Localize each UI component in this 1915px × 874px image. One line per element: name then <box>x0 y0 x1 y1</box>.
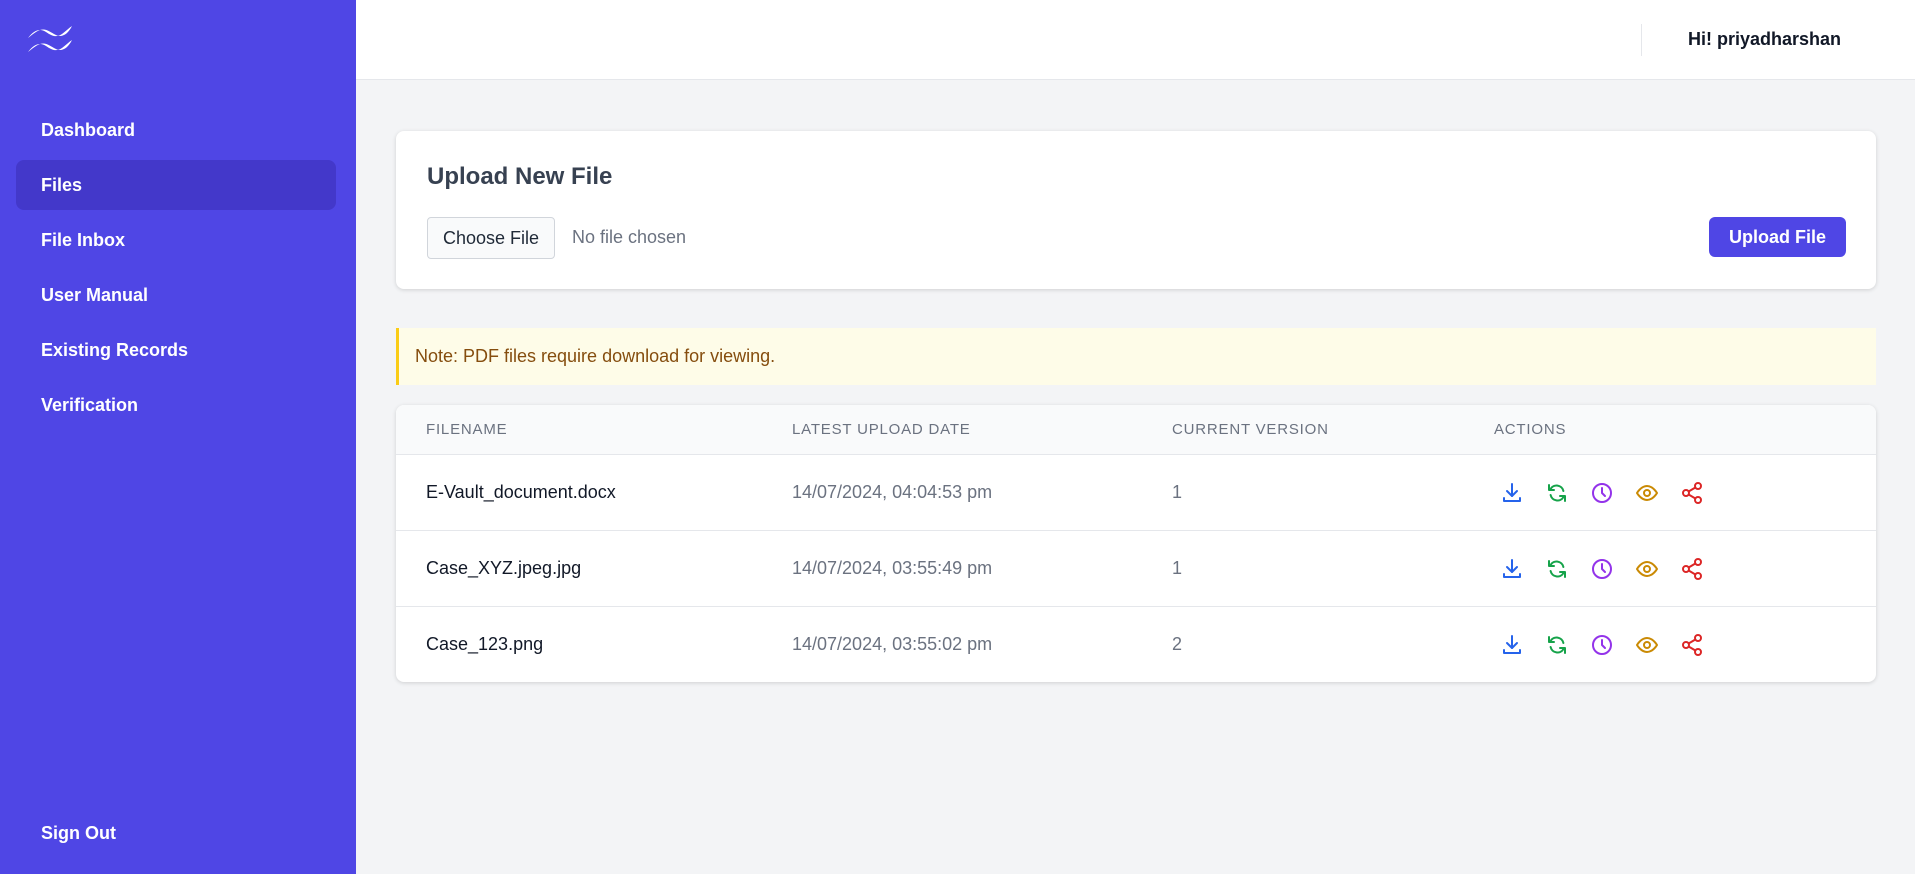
files-table: FILENAME LATEST UPLOAD DATE CURRENT VERS… <box>396 405 1876 682</box>
clock-icon[interactable] <box>1590 633 1614 657</box>
share-icon[interactable] <box>1680 633 1704 657</box>
version-cell: 1 <box>1172 558 1183 578</box>
upload-title: Upload New File <box>427 163 613 190</box>
column-header-actions: ACTIONS <box>1494 421 1567 438</box>
version-cell: 1 <box>1172 482 1183 502</box>
row-actions <box>1500 557 1704 581</box>
sidebar-item-file-inbox[interactable]: File Inbox <box>16 215 336 265</box>
column-header-version: CURRENT VERSION <box>1172 421 1329 438</box>
eye-icon[interactable] <box>1635 481 1659 505</box>
clock-icon[interactable] <box>1590 481 1614 505</box>
upload-date-cell: 14/07/2024, 03:55:49 pm <box>792 558 993 578</box>
filename-cell: Case_XYZ.jpeg.jpg <box>426 558 582 578</box>
row-actions <box>1500 633 1704 657</box>
file-status-text: No file chosen <box>572 227 687 247</box>
filename-cell: E-Vault_document.docx <box>426 482 616 502</box>
sidebar-item-files[interactable]: Files <box>16 160 336 210</box>
header-divider <box>1641 24 1642 56</box>
column-header-filename: FILENAME <box>426 421 508 438</box>
table-row: Case_XYZ.jpeg.jpg 14/07/2024, 03:55:49 p… <box>396 531 1876 607</box>
top-bar: Hi! priyadharshan <box>356 0 1915 80</box>
sidebar: Dashboard Files File Inbox User Manual E… <box>0 0 356 874</box>
eye-icon[interactable] <box>1635 633 1659 657</box>
row-actions <box>1500 481 1704 505</box>
refresh-icon[interactable] <box>1545 481 1569 505</box>
sidebar-item-verification[interactable]: Verification <box>16 380 336 430</box>
table-header: FILENAME LATEST UPLOAD DATE CURRENT VERS… <box>396 405 1876 455</box>
upload-date-cell: 14/07/2024, 03:55:02 pm <box>792 634 993 654</box>
user-greeting[interactable]: Hi! priyadharshan <box>1688 29 1841 50</box>
upload-card: Upload New File Choose File No file chos… <box>396 131 1876 289</box>
choose-file-button[interactable]: Choose File <box>427 217 556 259</box>
sidebar-item-existing-records[interactable]: Existing Records <box>16 325 336 375</box>
refresh-icon[interactable] <box>1545 633 1569 657</box>
table-row: Case_123.png 14/07/2024, 03:55:02 pm 2 <box>396 607 1876 682</box>
sign-out-link[interactable]: Sign Out <box>41 823 116 844</box>
column-header-date: LATEST UPLOAD DATE <box>792 421 971 438</box>
filename-cell: Case_123.png <box>426 634 544 654</box>
share-icon[interactable] <box>1680 481 1704 505</box>
refresh-icon[interactable] <box>1545 557 1569 581</box>
pdf-note-banner: Note: PDF files require download for vie… <box>396 328 1876 385</box>
download-icon[interactable] <box>1500 633 1524 657</box>
clock-icon[interactable] <box>1590 557 1614 581</box>
share-icon[interactable] <box>1680 557 1704 581</box>
version-cell: 2 <box>1172 634 1183 654</box>
logo-icon[interactable] <box>26 22 74 56</box>
download-icon[interactable] <box>1500 481 1524 505</box>
upload-date-cell: 14/07/2024, 04:04:53 pm <box>792 482 993 502</box>
sidebar-item-dashboard[interactable]: Dashboard <box>16 105 336 155</box>
table-row: E-Vault_document.docx 14/07/2024, 04:04:… <box>396 455 1876 531</box>
download-icon[interactable] <box>1500 557 1524 581</box>
sidebar-item-user-manual[interactable]: User Manual <box>16 270 336 320</box>
sidebar-nav: Dashboard Files File Inbox User Manual E… <box>16 105 336 435</box>
eye-icon[interactable] <box>1635 557 1659 581</box>
upload-file-button[interactable]: Upload File <box>1708 217 1846 257</box>
